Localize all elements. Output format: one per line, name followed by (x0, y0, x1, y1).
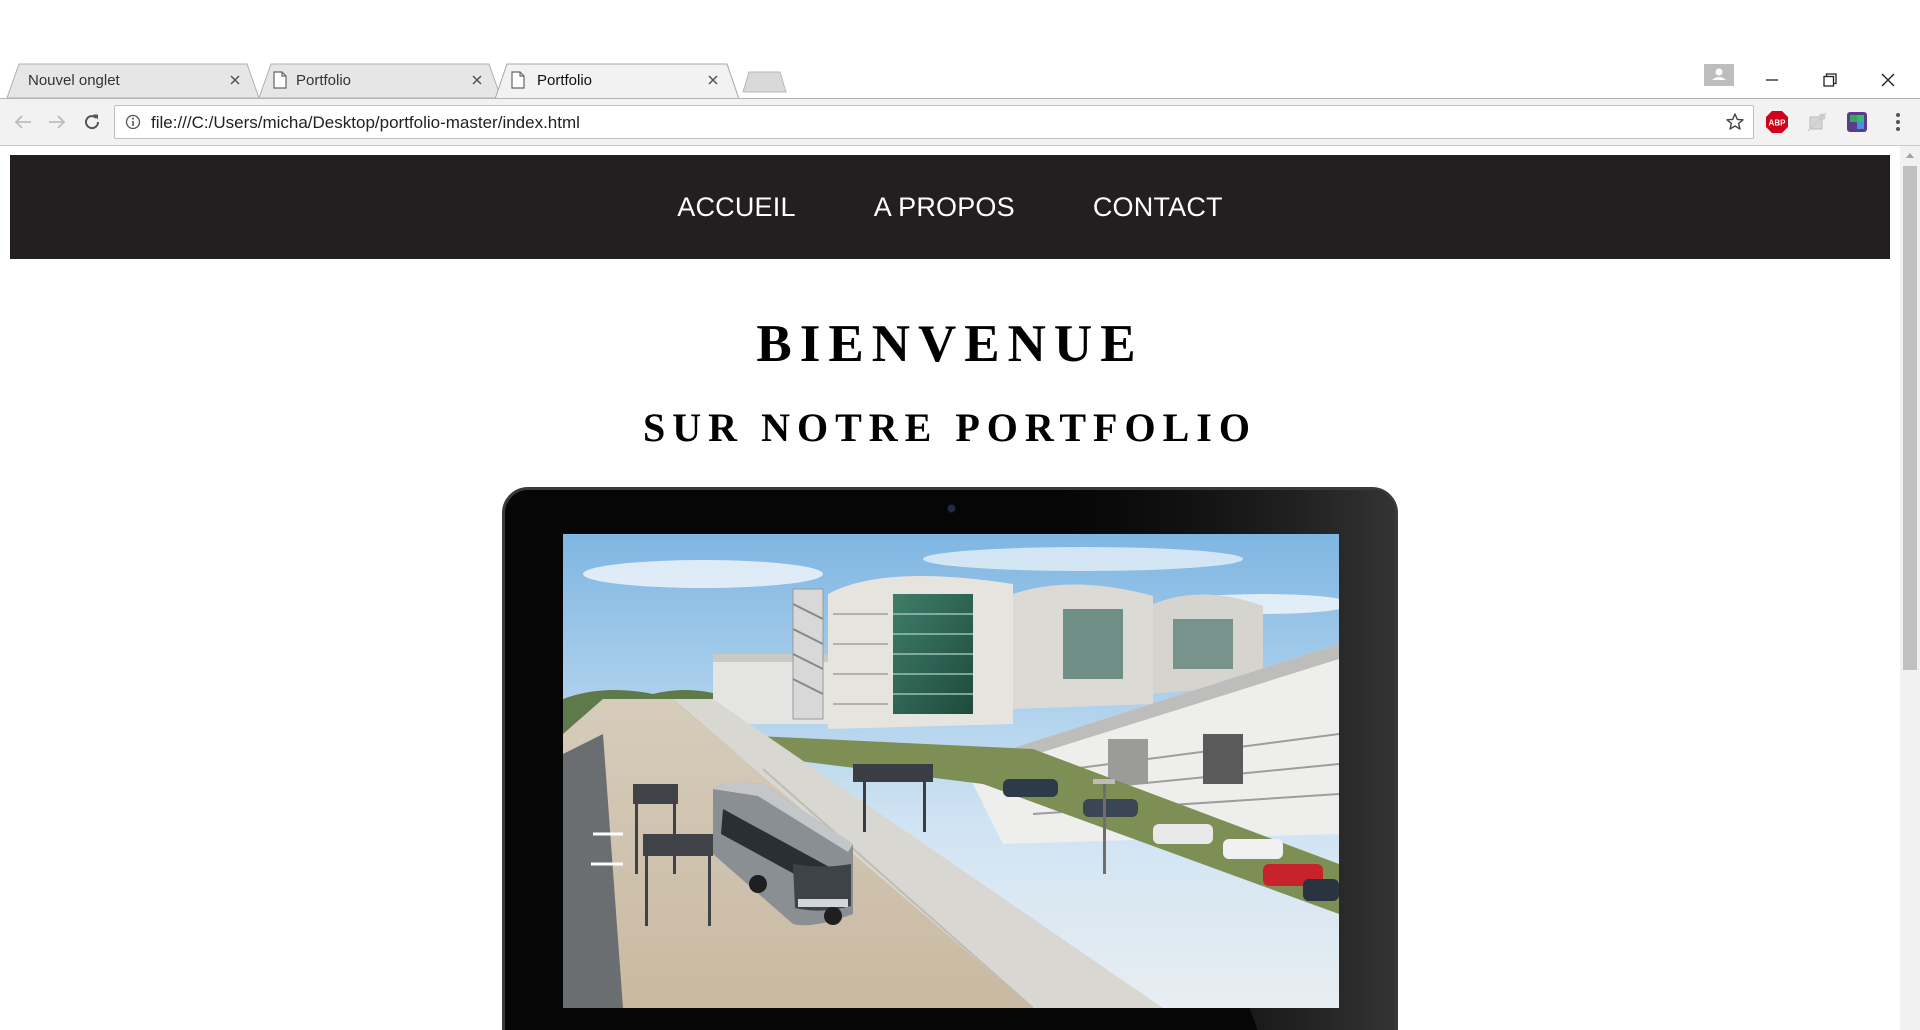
adblock-label: ABP (1769, 119, 1787, 128)
page-scrollbar[interactable] (1900, 146, 1920, 1030)
nav-link-a-propos[interactable]: A PROPOS (874, 192, 1015, 223)
tab-portfolio-active[interactable]: Portfolio (494, 63, 740, 99)
close-icon[interactable] (226, 71, 244, 89)
photo-illustration (563, 534, 1339, 1008)
nav-link-accueil[interactable]: ACCUEIL (677, 192, 795, 223)
page-viewport: ACCUEIL A PROPOS CONTACT BIENVENUE SUR N… (0, 146, 1900, 1030)
restore-icon[interactable] (1810, 60, 1850, 100)
adblock-plus-icon[interactable]: ABP (1765, 110, 1789, 134)
puzzle-extension-icon[interactable] (1805, 110, 1829, 134)
reload-icon[interactable] (77, 107, 107, 137)
bookmark-star-icon[interactable] (1725, 112, 1745, 132)
back-arrow-icon[interactable] (8, 107, 38, 137)
forward-arrow-icon[interactable] (42, 107, 72, 137)
address-bar[interactable]: file:///C:/Users/micha/Desktop/portfolio… (114, 105, 1754, 139)
hero-title: BIENVENUE (756, 315, 1144, 373)
tab-nouvel-onglet[interactable]: Nouvel onglet (6, 63, 260, 98)
hero-subtitle: SUR NOTRE PORTFOLIO (643, 405, 1257, 450)
campus-bus-photo (563, 534, 1339, 1008)
close-window-icon[interactable] (1868, 60, 1908, 100)
page-icon (273, 71, 287, 89)
page-icon (511, 71, 525, 89)
tab-title: Nouvel onglet (28, 72, 120, 89)
minimize-icon[interactable] (1752, 60, 1792, 100)
webcam-icon (947, 504, 956, 513)
tab-title: Portfolio (296, 72, 352, 89)
tab-title: Portfolio (537, 72, 593, 89)
url-text[interactable]: file:///C:/Users/micha/Desktop/portfolio… (151, 113, 580, 133)
new-tab-button[interactable] (742, 71, 787, 93)
colorful-extension-icon[interactable] (1845, 110, 1869, 134)
scrollbar-thumb[interactable] (1903, 166, 1917, 670)
browser-titlebar: Nouvel onglet Portfolio Portfolio (0, 0, 1920, 100)
laptop-mockup (502, 487, 1398, 1030)
site-navigation: ACCUEIL A PROPOS CONTACT (10, 155, 1890, 259)
tab-shape (258, 63, 502, 98)
close-icon[interactable] (704, 71, 722, 89)
tab-portfolio[interactable]: Portfolio (258, 63, 502, 98)
close-icon[interactable] (468, 71, 486, 89)
info-icon[interactable] (125, 114, 141, 130)
menu-kebab-icon[interactable] (1886, 110, 1910, 134)
scroll-up-arrow-icon[interactable] (1900, 146, 1920, 163)
nav-link-contact[interactable]: CONTACT (1093, 192, 1223, 223)
profile-avatar-icon[interactable] (1704, 64, 1734, 86)
browser-toolbar: file:///C:/Users/micha/Desktop/portfolio… (0, 98, 1920, 146)
